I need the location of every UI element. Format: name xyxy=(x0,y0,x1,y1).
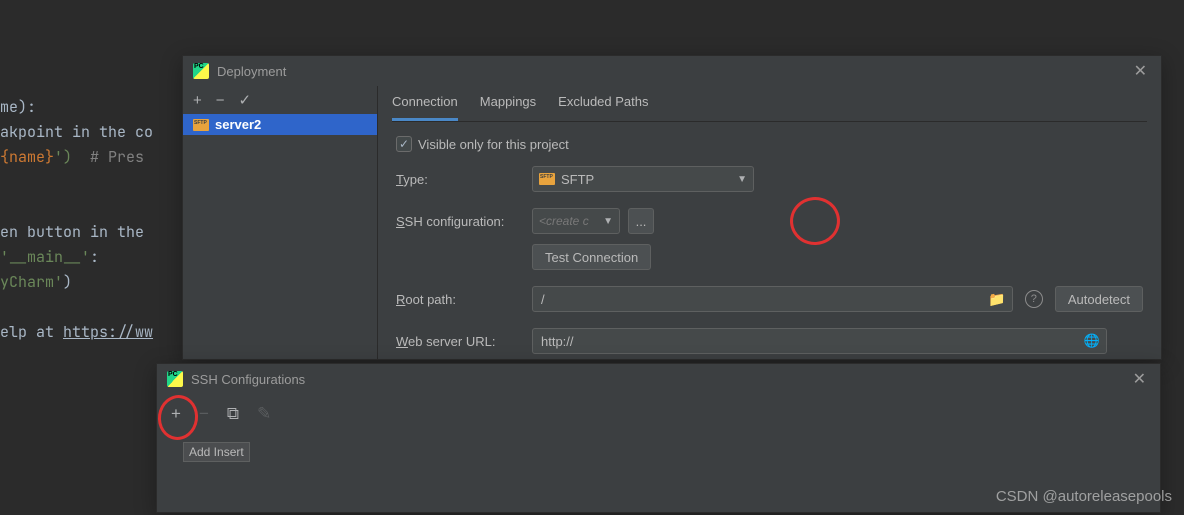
code-fstring: {name} xyxy=(0,147,54,167)
root-path-input[interactable]: / 📁 xyxy=(532,286,1013,312)
check-icon[interactable]: ✓ xyxy=(239,93,252,108)
type-select[interactable]: SFTP ▼ xyxy=(532,166,754,192)
help-icon[interactable]: ? xyxy=(1025,290,1043,308)
remove-icon[interactable]: − xyxy=(216,93,225,108)
tab-connection[interactable]: Connection xyxy=(392,86,458,121)
add-tooltip: Add Insert xyxy=(183,442,250,462)
deployment-dialog: Deployment ✕ + − ✓ server2 Connection Ma… xyxy=(182,55,1162,360)
server-list-item[interactable]: server2 xyxy=(183,114,377,135)
tab-mappings[interactable]: Mappings xyxy=(480,86,536,121)
server-name: server2 xyxy=(215,117,261,132)
deployment-title: Deployment xyxy=(217,64,286,79)
globe-icon[interactable]: 🌐 xyxy=(1084,333,1100,349)
root-path-label: Root path: xyxy=(396,292,532,307)
sftp-icon xyxy=(539,173,555,185)
edit-icon[interactable]: ✎ xyxy=(257,404,271,424)
remove-icon[interactable]: − xyxy=(199,404,209,424)
tab-excluded[interactable]: Excluded Paths xyxy=(558,86,648,121)
close-icon[interactable]: ✕ xyxy=(1129,369,1150,389)
deployment-titlebar[interactable]: Deployment ✕ xyxy=(183,56,1161,86)
web-url-input[interactable]: http:// 🌐 xyxy=(532,328,1107,354)
add-icon[interactable]: + xyxy=(171,404,181,424)
close-icon[interactable]: ✕ xyxy=(1130,61,1151,81)
pycharm-icon xyxy=(167,371,183,387)
pycharm-icon xyxy=(193,63,209,79)
add-icon[interactable]: + xyxy=(193,93,202,108)
type-label: Type: xyxy=(396,172,532,187)
test-connection-button[interactable]: Test Connection xyxy=(532,244,651,270)
ssh-config-select[interactable]: <create c ▼ xyxy=(532,208,620,234)
autodetect-button[interactable]: Autodetect xyxy=(1055,286,1143,312)
sftp-icon xyxy=(193,119,209,131)
tabs: Connection Mappings Excluded Paths xyxy=(392,86,1147,122)
chevron-down-icon: ▼ xyxy=(603,216,613,227)
visible-only-checkbox[interactable]: ✓ xyxy=(396,136,412,152)
ssh-browse-button[interactable]: ... xyxy=(628,208,654,234)
copy-icon[interactable]: ⧉ xyxy=(227,404,239,424)
web-url-label: Web server URL: xyxy=(396,334,532,349)
sidebar-toolbar: + − ✓ xyxy=(183,86,377,114)
ssh-toolbar: + − ⧉ ✎ xyxy=(157,394,1160,434)
visible-only-label: Visible only for this project xyxy=(418,137,569,152)
deployment-form: Connection Mappings Excluded Paths ✓ Vis… xyxy=(378,86,1161,359)
chevron-down-icon: ▼ xyxy=(737,174,747,185)
folder-icon[interactable]: 📁 xyxy=(988,291,1005,308)
deployment-sidebar: + − ✓ server2 xyxy=(183,86,378,359)
ssh-titlebar[interactable]: SSH Configurations ✕ xyxy=(157,364,1160,394)
watermark: CSDN @autoreleasepools xyxy=(996,488,1172,505)
ssh-title: SSH Configurations xyxy=(191,372,305,387)
ssh-config-label: SSH configuration: xyxy=(396,214,532,229)
